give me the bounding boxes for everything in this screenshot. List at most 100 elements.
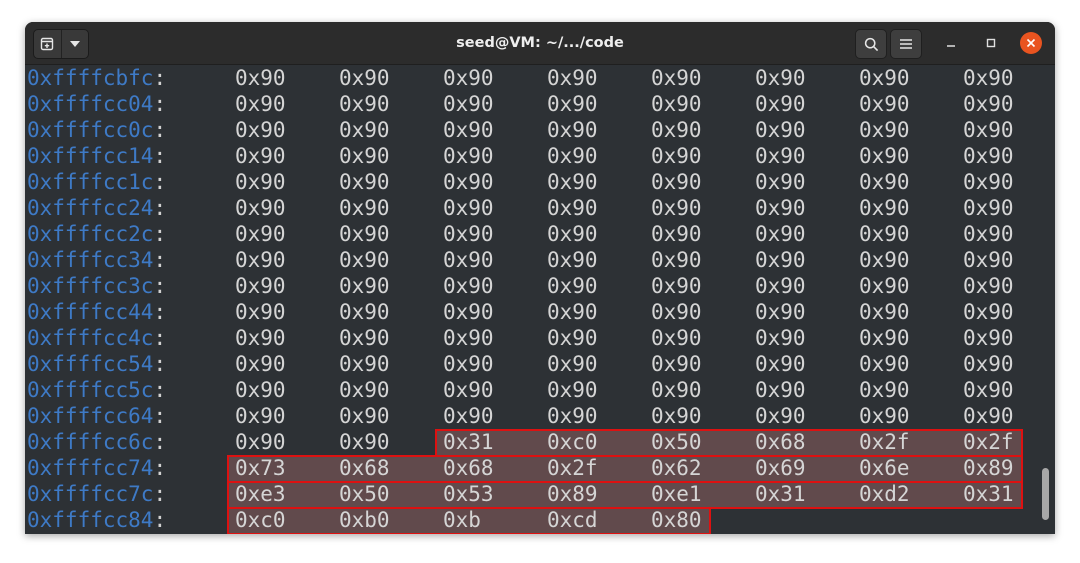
byte-value: 0x90 [443,92,494,116]
search-button[interactable] [855,29,887,59]
new-tab-button[interactable] [34,30,61,58]
address-value: 0xffffcc84 [27,508,154,532]
byte-value: 0x90 [339,378,390,402]
byte-value: 0x90 [963,196,1014,220]
byte-value: 0x90 [235,118,286,142]
byte-value: 0xc0 [547,430,598,454]
byte-value: 0x90 [235,196,286,220]
address-value: 0xffffcc74 [27,456,154,480]
byte-value: 0x90 [859,92,910,116]
maximize-button[interactable] [980,32,1002,54]
byte-value: 0xcd [547,508,598,532]
byte-value: 0x90 [755,300,806,324]
minimize-button[interactable] [940,32,962,54]
address-value: 0xffffcc24 [27,196,154,220]
memory-address: 0xffffcc54: [27,351,166,377]
menu-button[interactable] [890,29,922,59]
byte-value: 0x90 [963,248,1014,272]
byte-value: 0x31 [443,430,494,454]
address-colon: : [153,404,167,428]
byte-value: 0x90 [963,300,1014,324]
byte-value: 0x90 [755,248,806,272]
memory-row: 0xffffcc2c: 0x90 0x90 0x90 0x90 0x90 0x90 0x90 0… [25,221,1025,247]
memory-row: 0xffffcbfc: 0x90 0x90 0x90 0x90 0x90 0x90 0x90 0… [25,65,1025,91]
byte-value: 0x90 [547,248,598,272]
address-colon: : [153,248,167,272]
byte-value: 0x90 [443,352,494,376]
address-value: 0xffffcc3c [27,274,154,298]
byte-value: 0xe1 [651,482,702,506]
memory-address: 0xffffcc2c: [27,221,166,247]
address-value: 0xffffcc6c [27,430,154,454]
memory-address: 0xffffcc84: [27,507,166,533]
memory-row: 0xffffcc5c: 0x90 0x90 0x90 0x90 0x90 0x90 0x90 0… [25,377,1025,403]
tab-dropdown-button[interactable] [60,30,89,58]
address-colon: : [153,300,167,324]
memory-address: 0xffffcc34: [27,247,166,273]
memory-address: 0xffffcc14: [27,143,166,169]
byte-value: 0x90 [963,404,1014,428]
byte-value: 0x90 [859,248,910,272]
address-value: 0xffffcc04 [27,92,154,116]
memory-row: 0xffffcc44: 0x90 0x90 0x90 0x90 0x90 0x90 0x90 0… [25,299,1025,325]
memory-address: 0xffffcc64: [27,403,166,429]
byte-value: 0x90 [859,378,910,402]
byte-value: 0x90 [339,300,390,324]
address-colon: : [153,222,167,246]
byte-value: 0x90 [339,118,390,142]
byte-value: 0x53 [443,482,494,506]
byte-value: 0x90 [755,326,806,350]
byte-value: 0x6e [859,456,910,480]
byte-value: 0x90 [547,326,598,350]
byte-value: 0x90 [859,404,910,428]
byte-value: 0x90 [963,222,1014,246]
byte-value: 0x90 [963,118,1014,142]
byte-value: 0x90 [963,352,1014,376]
byte-value: 0x90 [443,170,494,194]
byte-value: 0x2f [547,456,598,480]
scrollbar-thumb[interactable] [1042,468,1049,520]
byte-value: 0x90 [235,92,286,116]
byte-value: 0x90 [443,144,494,168]
memory-row: 0xffffcc6c: 0x90 0x90 0x31 0xc0 0x50 0x68 0x2f 0… [25,429,1025,455]
new-tab-icon [41,37,54,51]
address-colon: : [153,378,167,402]
byte-value: 0x80 [651,508,702,532]
byte-value: 0x90 [651,352,702,376]
address-value: 0xffffcc34 [27,248,154,272]
address-colon: : [153,326,167,350]
address-colon: : [153,430,167,454]
byte-value: 0x90 [651,248,702,272]
address-colon: : [153,144,167,168]
byte-value: 0x90 [651,222,702,246]
byte-value: 0x90 [859,326,910,350]
address-value: 0xffffcc64 [27,404,154,428]
byte-value: 0x90 [755,352,806,376]
byte-value: 0x90 [651,118,702,142]
byte-value: 0x90 [339,274,390,298]
byte-value: 0x90 [235,170,286,194]
byte-value: 0x90 [339,404,390,428]
address-value: 0xffffcc0c [27,118,154,142]
hamburger-menu-icon [900,39,912,49]
memory-address: 0xffffcc7c: [27,481,166,507]
byte-value: 0xd2 [859,482,910,506]
byte-value: 0x62 [651,456,702,480]
byte-value: 0x90 [755,196,806,220]
address-value: 0xffffcc54 [27,352,154,376]
byte-value: 0x90 [235,274,286,298]
memory-address: 0xffffcc04: [27,91,166,117]
byte-value: 0x89 [963,456,1014,480]
byte-value: 0x90 [235,378,286,402]
byte-value: 0x90 [651,300,702,324]
search-icon [864,37,878,51]
memory-address: 0xffffcc3c: [27,273,166,299]
maximize-icon [986,38,996,48]
byte-value: 0x90 [859,222,910,246]
terminal-output[interactable]: 0xffffcbfc: 0x90 0x90 0x90 0x90 0x90 0x90 0x90 0… [25,65,1055,534]
close-button[interactable] [1020,32,1042,54]
title-bar: seed@VM: ~/.../code [25,22,1055,65]
byte-value: 0x90 [547,352,598,376]
byte-value: 0x90 [235,222,286,246]
byte-value: 0x90 [339,222,390,246]
